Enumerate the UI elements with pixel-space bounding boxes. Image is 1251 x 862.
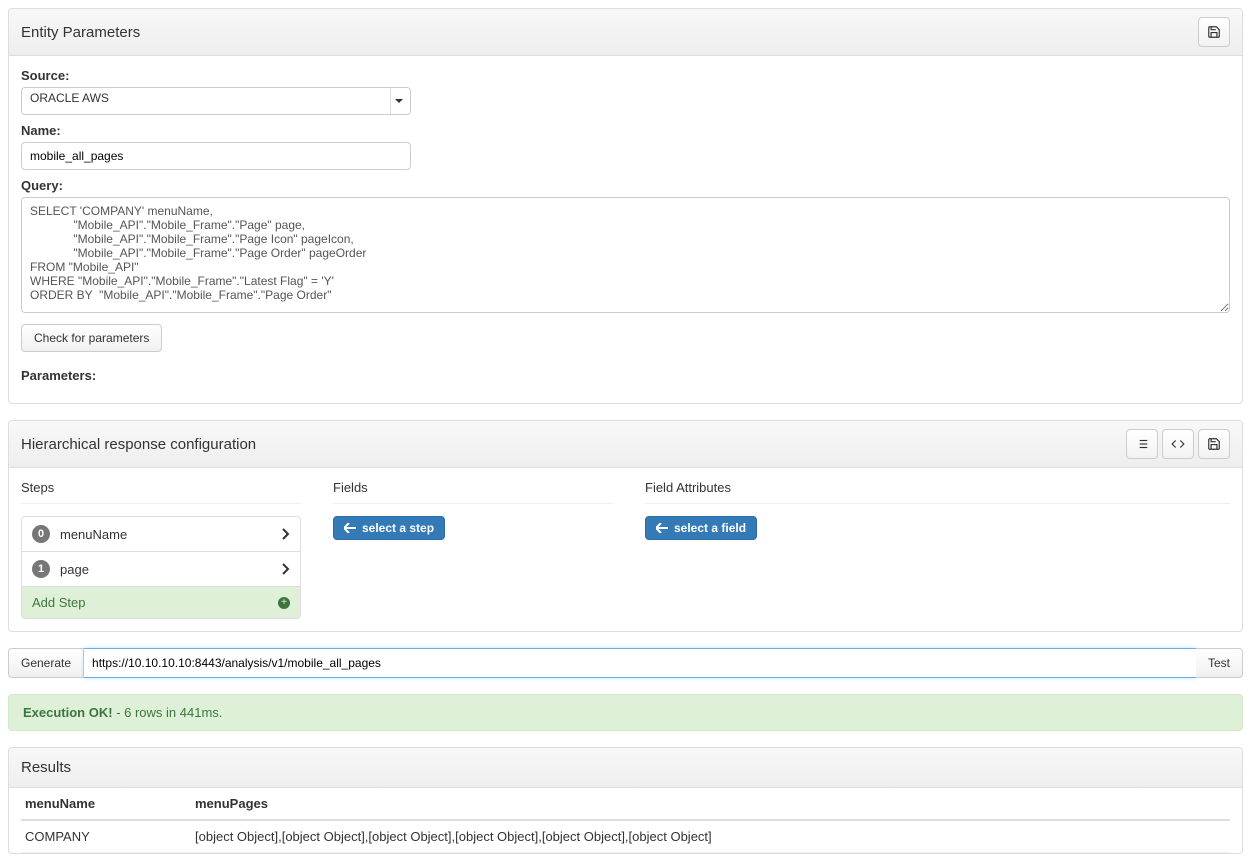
hierarchical-config-panel: Hierarchical response configuration: [8, 420, 1243, 632]
execution-status-detail: - 6 rows in 441ms.: [113, 705, 223, 720]
url-input-group: Generate Test: [8, 648, 1243, 678]
select-step-label: select a step: [362, 521, 434, 535]
execution-status-alert: Execution OK! - 6 rows in 441ms.: [8, 694, 1243, 731]
parameters-label: Parameters:: [21, 368, 1230, 383]
results-cell-0-0: COMPANY: [21, 820, 191, 853]
entity-parameters-panel: Entity Parameters Source: ORACLE AWS Nam…: [8, 8, 1243, 404]
results-th-1: menuPages: [191, 788, 1230, 820]
save-icon: [1207, 25, 1221, 39]
hierarchical-config-title: Hierarchical response configuration: [21, 436, 256, 453]
name-label: Name:: [21, 123, 1230, 138]
results-header: Results: [9, 748, 1242, 788]
table-row: COMPANY [object Object],[object Object],…: [21, 820, 1230, 853]
chevron-down-icon: [390, 88, 406, 114]
code-view-button[interactable]: [1162, 429, 1194, 459]
url-input[interactable]: [84, 648, 1196, 678]
code-icon: [1171, 437, 1185, 451]
select-step-button[interactable]: select a step: [333, 516, 445, 540]
field-attributes-header: Field Attributes: [645, 480, 1230, 504]
chevron-right-icon: [282, 563, 290, 575]
source-label: Source:: [21, 68, 1230, 83]
hierarchical-config-header: Hierarchical response configuration: [9, 421, 1242, 468]
step-item-1[interactable]: 1 page: [22, 552, 300, 587]
generate-button[interactable]: Generate: [8, 648, 84, 678]
query-label: Query:: [21, 178, 1230, 193]
arrow-left-icon: [656, 523, 668, 533]
step-index-badge: 0: [32, 525, 50, 543]
list-view-button[interactable]: [1126, 429, 1158, 459]
step-item-0[interactable]: 0 menuName: [22, 517, 300, 552]
step-name: menuName: [60, 527, 127, 542]
results-th-0: menuName: [21, 788, 191, 820]
check-parameters-button[interactable]: Check for parameters: [21, 324, 162, 352]
name-input[interactable]: [21, 142, 411, 170]
save-icon: [1207, 437, 1221, 451]
add-step-label: Add Step: [32, 595, 86, 610]
step-index-badge: 1: [32, 560, 50, 578]
select-field-button[interactable]: select a field: [645, 516, 757, 540]
query-textarea[interactable]: [21, 197, 1230, 313]
results-title: Results: [21, 759, 71, 776]
step-name: page: [60, 562, 89, 577]
entity-parameters-header: Entity Parameters: [9, 9, 1242, 56]
test-button[interactable]: Test: [1196, 648, 1243, 678]
select-field-label: select a field: [674, 521, 746, 535]
results-cell-0-1: [object Object],[object Object],[object …: [191, 820, 1230, 853]
steps-header: Steps: [21, 480, 301, 504]
list-icon: [1135, 437, 1149, 451]
steps-list: 0 menuName 1 page Add Step: [21, 516, 301, 619]
source-selected-value: ORACLE AWS: [30, 91, 109, 105]
arrow-left-icon: [344, 523, 356, 533]
source-select[interactable]: ORACLE AWS: [21, 87, 411, 115]
results-table: menuName menuPages COMPANY [object Objec…: [21, 788, 1230, 853]
entity-parameters-title: Entity Parameters: [21, 24, 140, 41]
add-step-button[interactable]: Add Step +: [22, 587, 300, 618]
execution-status-bold: Execution OK!: [23, 705, 113, 720]
fields-header: Fields: [333, 480, 613, 504]
chevron-right-icon: [282, 528, 290, 540]
save-button[interactable]: [1198, 17, 1230, 47]
plus-icon: +: [278, 597, 290, 609]
save-config-button[interactable]: [1198, 429, 1230, 459]
